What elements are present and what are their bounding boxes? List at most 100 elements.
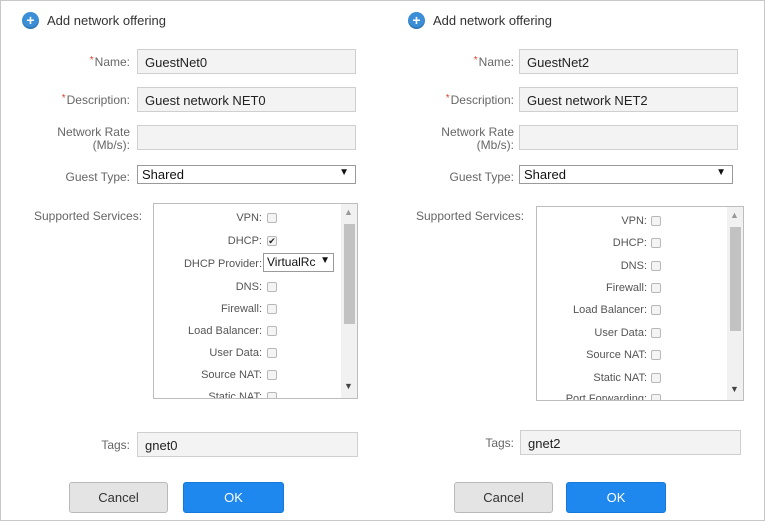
dhcp-provider-value: VirtualRc (267, 255, 316, 269)
service-row-firewall: Firewall: (537, 282, 727, 296)
service-label: User Data: (594, 327, 647, 339)
service-row-static-nat: Static NAT: (154, 391, 344, 399)
dialog-add-network-offering-2: + Add network offering *Name: GuestNet2 … (386, 0, 765, 521)
cancel-button[interactable]: Cancel (69, 482, 168, 513)
cancel-button[interactable]: Cancel (454, 482, 553, 513)
dialog-header: + Add network offering (408, 12, 552, 29)
tags-label: Tags: (101, 438, 130, 452)
ok-button[interactable]: OK (566, 482, 666, 513)
firewall-checkbox[interactable] (651, 283, 661, 293)
service-row-dhcp: DHCP: (537, 237, 727, 251)
service-label: VPN: (236, 212, 262, 224)
dialog-add-network-offering-1: + Add network offering *Name: GuestNet0 … (0, 0, 382, 521)
dialog-title: Add network offering (433, 13, 552, 28)
user-data-checkbox[interactable] (651, 328, 661, 338)
plus-circle-icon: + (22, 12, 39, 29)
vpn-checkbox[interactable] (267, 213, 277, 223)
tags-field[interactable]: gnet2 (520, 430, 741, 455)
service-label: Load Balancer: (188, 325, 262, 337)
service-row-load-balancer: Load Balancer: (537, 304, 727, 318)
guest-type-label: Guest Type: (449, 170, 514, 184)
guest-type-select[interactable]: Shared ▼ (137, 165, 356, 184)
plus-circle-icon: + (408, 12, 425, 29)
service-label: Static NAT: (208, 391, 262, 399)
name-label: *Name: (89, 55, 130, 69)
service-label: VPN: (621, 215, 647, 227)
guest-type-label: Guest Type: (65, 170, 130, 184)
supported-services-label: Supported Services: (416, 209, 525, 223)
scrollbar-thumb[interactable] (344, 224, 355, 324)
service-label: User Data: (209, 347, 262, 359)
service-label: DHCP: (612, 237, 647, 249)
service-row-static-nat: Static NAT: (537, 372, 727, 386)
firewall-checkbox[interactable] (267, 304, 277, 314)
name-label: *Name: (473, 55, 514, 69)
service-row-vpn: VPN: (537, 215, 727, 229)
tags-label: Tags: (485, 436, 514, 450)
network-rate-field[interactable] (137, 125, 356, 150)
source-nat-checkbox[interactable] (651, 350, 661, 360)
network-rate-label: Network Rate (Mb/s): (441, 125, 514, 152)
guest-type-value: Shared (524, 167, 566, 182)
name-field[interactable]: GuestNet2 (519, 49, 738, 74)
service-row-dns: DNS: (154, 281, 344, 295)
service-label: Firewall: (606, 282, 647, 294)
caret-down-icon: ▼ (320, 255, 330, 266)
service-row-dns: DNS: (537, 260, 727, 274)
service-row-source-nat: Source NAT: (154, 369, 344, 383)
dns-checkbox[interactable] (651, 261, 661, 271)
service-label: DNS: (620, 260, 647, 272)
guest-type-value: Shared (142, 167, 184, 182)
service-label: DNS: (235, 281, 262, 293)
load-balancer-checkbox[interactable] (651, 305, 661, 315)
network-rate-field[interactable] (519, 125, 738, 150)
supported-services-label: Supported Services: (34, 209, 143, 223)
port-forwarding-checkbox[interactable] (651, 394, 661, 400)
service-label: DHCP Provider: (183, 258, 262, 270)
scroll-down-icon[interactable]: ▼ (730, 384, 739, 394)
service-row-user-data: User Data: (154, 347, 344, 361)
description-field[interactable]: Guest network NET0 (137, 87, 356, 112)
service-row-port-forwarding: Port Forwarding: (537, 393, 727, 401)
vpn-checkbox[interactable] (651, 216, 661, 226)
service-row-firewall: Firewall: (154, 303, 344, 317)
dhcp-checkbox[interactable]: ✔ (267, 236, 277, 246)
service-row-user-data: User Data: (537, 327, 727, 341)
service-label: Source NAT: (586, 349, 647, 361)
caret-down-icon: ▼ (339, 167, 349, 178)
service-label: Firewall: (221, 303, 262, 315)
scroll-up-icon[interactable]: ▲ (344, 207, 353, 217)
dialog-title: Add network offering (47, 13, 166, 28)
dhcp-checkbox[interactable] (651, 238, 661, 248)
caret-down-icon: ▼ (716, 167, 726, 178)
scroll-down-icon[interactable]: ▼ (344, 381, 353, 391)
dhcp-provider-select[interactable]: VirtualRc ▼ (263, 253, 334, 272)
service-row-load-balancer: Load Balancer: (154, 325, 344, 339)
user-data-checkbox[interactable] (267, 348, 277, 358)
dns-checkbox[interactable] (267, 282, 277, 292)
service-row-source-nat: Source NAT: (537, 349, 727, 363)
scroll-up-icon[interactable]: ▲ (730, 210, 739, 220)
service-label: DHCP: (227, 235, 262, 247)
services-scrollbar[interactable]: ▲ ▼ (341, 204, 357, 398)
load-balancer-checkbox[interactable] (267, 326, 277, 336)
supported-services-list[interactable]: VPN: DHCP: ✔ DHCP Provider: VirtualRc ▼ … (153, 203, 358, 399)
service-label: Load Balancer: (573, 304, 647, 316)
guest-type-select[interactable]: Shared ▼ (519, 165, 733, 184)
description-label: *Description: (445, 93, 514, 107)
ok-button[interactable]: OK (183, 482, 284, 513)
services-scrollbar[interactable]: ▲ ▼ (727, 207, 743, 400)
service-row-dhcp: DHCP: ✔ (154, 235, 344, 249)
tags-field[interactable]: gnet0 (137, 432, 358, 457)
service-label: Port Forwarding: (565, 393, 647, 401)
service-row-vpn: VPN: (154, 212, 344, 226)
service-label: Static NAT: (593, 372, 647, 384)
name-field[interactable]: GuestNet0 (137, 49, 356, 74)
static-nat-checkbox[interactable] (651, 373, 661, 383)
scrollbar-thumb[interactable] (730, 227, 741, 331)
static-nat-checkbox[interactable] (267, 392, 277, 398)
network-rate-label: Network Rate (Mb/s): (57, 125, 130, 152)
source-nat-checkbox[interactable] (267, 370, 277, 380)
description-field[interactable]: Guest network NET2 (519, 87, 738, 112)
supported-services-list[interactable]: VPN: DHCP: DNS: Firewall: Load Balancer:… (536, 206, 744, 401)
